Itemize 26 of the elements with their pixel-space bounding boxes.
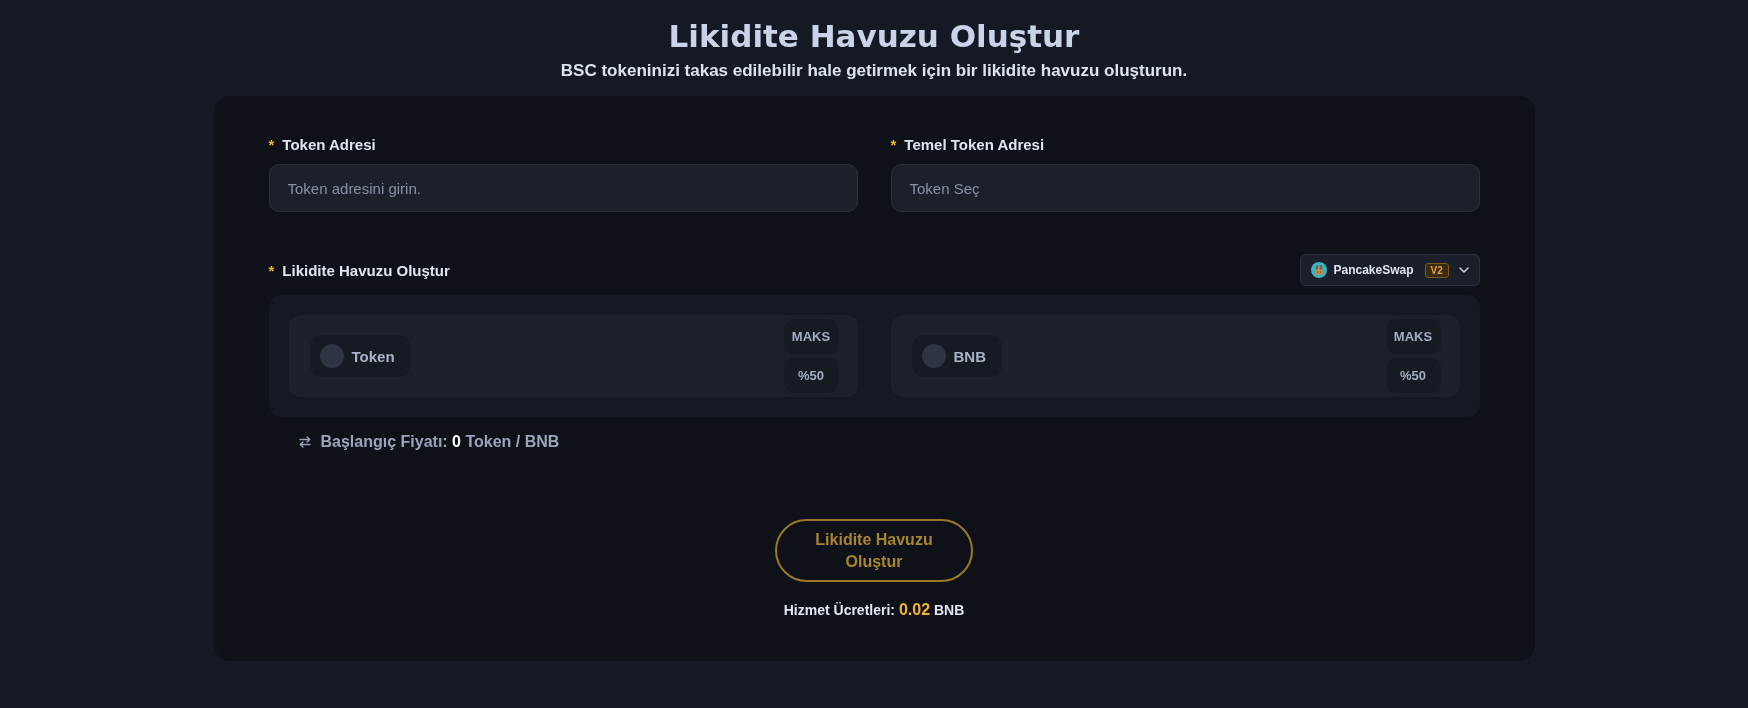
- amount-preset-button[interactable]: MAKS: [1385, 319, 1441, 354]
- version-tag: V2: [1424, 262, 1449, 278]
- field-label: Token Adresi: [282, 135, 376, 153]
- chevron-down-icon: [1458, 267, 1469, 273]
- required-mark: *: [268, 135, 275, 153]
- field-label: Likidite Havuzu Oluştur: [282, 261, 450, 279]
- service-fee-text: Hizmet Ücretleri: 0.02 BNB: [783, 601, 965, 619]
- token-selector[interactable]: BNB: [911, 335, 1002, 377]
- page-title: Likidite Havuzu Oluştur: [668, 17, 1080, 56]
- initial-price-text: Başlangıç Fiyatı: 0 Token / BNB: [320, 433, 560, 451]
- create-pool-button[interactable]: Likidite Havuzu Oluştur: [775, 519, 973, 582]
- amount-preset-button[interactable]: %50: [783, 358, 839, 393]
- token-selector[interactable]: Token: [309, 335, 411, 377]
- field-label: Temel Token Adresi: [904, 135, 1045, 153]
- input-field[interactable]: Token adresini girin.: [268, 164, 858, 212]
- required-mark: *: [268, 261, 275, 279]
- token-placeholder-icon: [319, 344, 344, 368]
- required-mark: *: [890, 135, 897, 153]
- amount-preset-button[interactable]: %50: [1385, 358, 1441, 393]
- page-subtitle: BSC tokeninizi takas edilebilir hale getirmek için bir likidite havuzu oluşturun.: [560, 60, 1188, 82]
- input-field[interactable]: Token Seç: [890, 164, 1480, 212]
- amount-preset-button[interactable]: MAKS: [783, 319, 839, 354]
- exchange-selector[interactable]: PancakeSwap V2: [1299, 254, 1480, 286]
- rabbit-logo-icon: [1310, 262, 1327, 278]
- swap-arrows-icon: [298, 436, 311, 448]
- token-placeholder-icon: [921, 344, 946, 368]
